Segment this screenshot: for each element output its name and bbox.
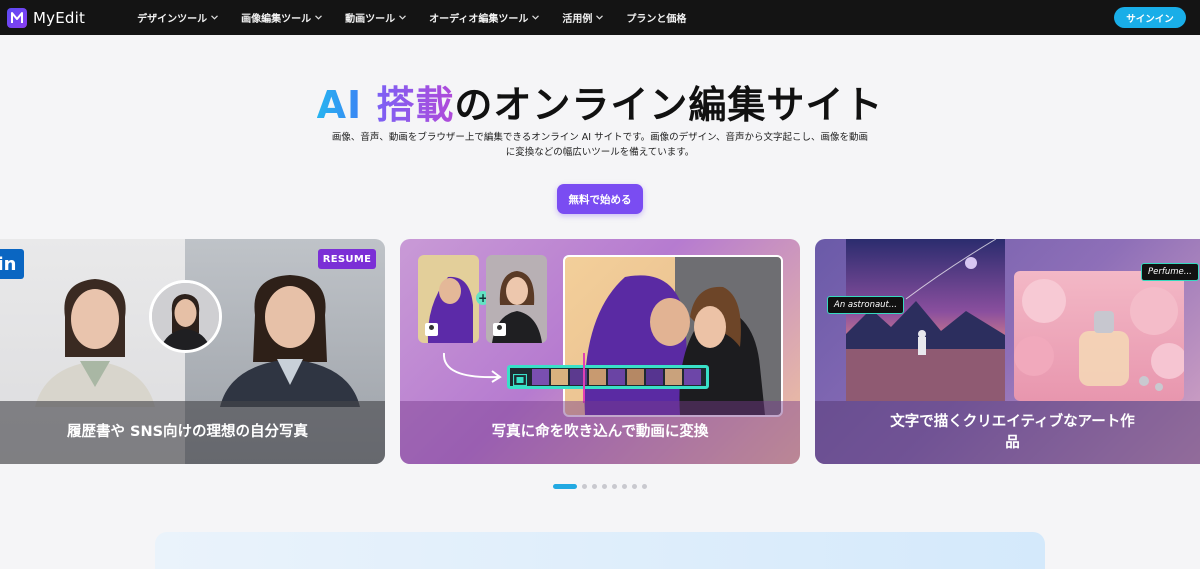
chevron-down-icon bbox=[596, 12, 604, 23]
menu-item-label: 動画ツール bbox=[345, 14, 396, 25]
carousel-card-text-to-art[interactable]: An astronaut... Perfume... 文字で描くクリエイティブな… bbox=[815, 239, 1200, 464]
prompt-tag-perfume: Perfume... bbox=[1141, 263, 1199, 281]
carousel-card-resume[interactable]: in RESUME 履歴書や SNS向けの理想の自分写真 bbox=[0, 239, 385, 464]
card-caption: 写真に命を吹き込んで動画に変換 bbox=[400, 401, 800, 464]
carousel-dot[interactable] bbox=[632, 484, 637, 489]
prompt-tag-astronaut: An astronaut... bbox=[827, 296, 904, 314]
next-section-panel bbox=[155, 532, 1045, 569]
chevron-down-icon bbox=[532, 12, 540, 23]
result-video-frame bbox=[563, 255, 783, 417]
menu-item-label: オーディオ編集ツール bbox=[429, 14, 529, 25]
carousel-card-photo-to-video[interactable]: + 写真に命を吹き込んで動画に変換 bbox=[400, 239, 800, 464]
curved-arrow-icon bbox=[442, 352, 502, 383]
title-ai: AI bbox=[316, 83, 363, 127]
carousel-dot[interactable] bbox=[612, 484, 617, 489]
menu-item-image-tools[interactable]: 画像編集ツール bbox=[241, 10, 323, 25]
carousel-dot[interactable] bbox=[553, 484, 577, 489]
logo[interactable]: MyEdit bbox=[7, 7, 86, 28]
menu-item-label: 活用例 bbox=[562, 14, 593, 25]
menu-item-label: プランと価格 bbox=[626, 14, 687, 25]
card-caption: 文字で描くクリエイティブなアート作品 bbox=[815, 401, 1200, 464]
chevron-down-icon bbox=[399, 12, 407, 23]
signin-button[interactable]: サインイン bbox=[1114, 7, 1186, 28]
main-menu: デザインツール 画像編集ツール 動画ツール オーディオ編集ツール 活用例 プラン… bbox=[137, 10, 709, 25]
carousel-dot[interactable] bbox=[642, 484, 647, 489]
film-icon bbox=[512, 371, 528, 390]
chevron-down-icon bbox=[315, 12, 323, 23]
menu-item-design-tools[interactable]: デザインツール bbox=[137, 10, 219, 25]
logo-text: MyEdit bbox=[33, 8, 86, 27]
linkedin-icon: in bbox=[0, 249, 24, 279]
menu-item-label: 画像編集ツール bbox=[241, 14, 312, 25]
card-caption: 履歴書や SNS向けの理想の自分写真 bbox=[0, 401, 385, 464]
top-nav: MyEdit デザインツール 画像編集ツール 動画ツール オーディオ編集ツール … bbox=[0, 0, 1200, 35]
title-tousai: 搭載 bbox=[376, 83, 455, 127]
carousel-dot[interactable] bbox=[602, 484, 607, 489]
astronaut-artwork bbox=[846, 239, 1005, 401]
menu-item-label: デザインツール bbox=[137, 14, 208, 25]
menu-item-audio-tools[interactable]: オーディオ編集ツール bbox=[429, 10, 540, 25]
carousel-dot[interactable] bbox=[592, 484, 597, 489]
timeline-playhead[interactable] bbox=[583, 353, 585, 403]
carousel-dot[interactable] bbox=[622, 484, 627, 489]
title-rest: のオンライン編集サイト bbox=[454, 83, 884, 127]
source-photo-woman bbox=[486, 255, 547, 343]
portrait-business-image bbox=[220, 275, 360, 407]
original-photo-thumbnail bbox=[149, 280, 222, 353]
video-timeline[interactable] bbox=[507, 365, 709, 389]
carousel-dot[interactable] bbox=[582, 484, 587, 489]
perfume-artwork bbox=[1014, 271, 1184, 401]
start-free-button[interactable]: 無料で始める bbox=[557, 184, 643, 214]
hero-description: 画像、音声、動画をブラウザー上で編集できるオンライン AI サイトです。画像のデ… bbox=[331, 132, 869, 158]
menu-item-pricing[interactable]: プランと価格 bbox=[626, 10, 686, 25]
resume-badge: RESUME bbox=[318, 249, 376, 269]
portrait-casual-image bbox=[35, 279, 155, 407]
carousel-pagination bbox=[553, 484, 652, 489]
page-title: AI 搭載のオンライン編集サイト bbox=[0, 74, 1200, 129]
myedit-logo-icon bbox=[7, 7, 27, 28]
chevron-down-icon bbox=[211, 12, 219, 23]
menu-item-use-cases[interactable]: 活用例 bbox=[562, 10, 604, 25]
menu-item-video-tools[interactable]: 動画ツール bbox=[345, 10, 407, 25]
timeline-frames bbox=[532, 369, 701, 385]
source-photo-man bbox=[418, 255, 479, 343]
